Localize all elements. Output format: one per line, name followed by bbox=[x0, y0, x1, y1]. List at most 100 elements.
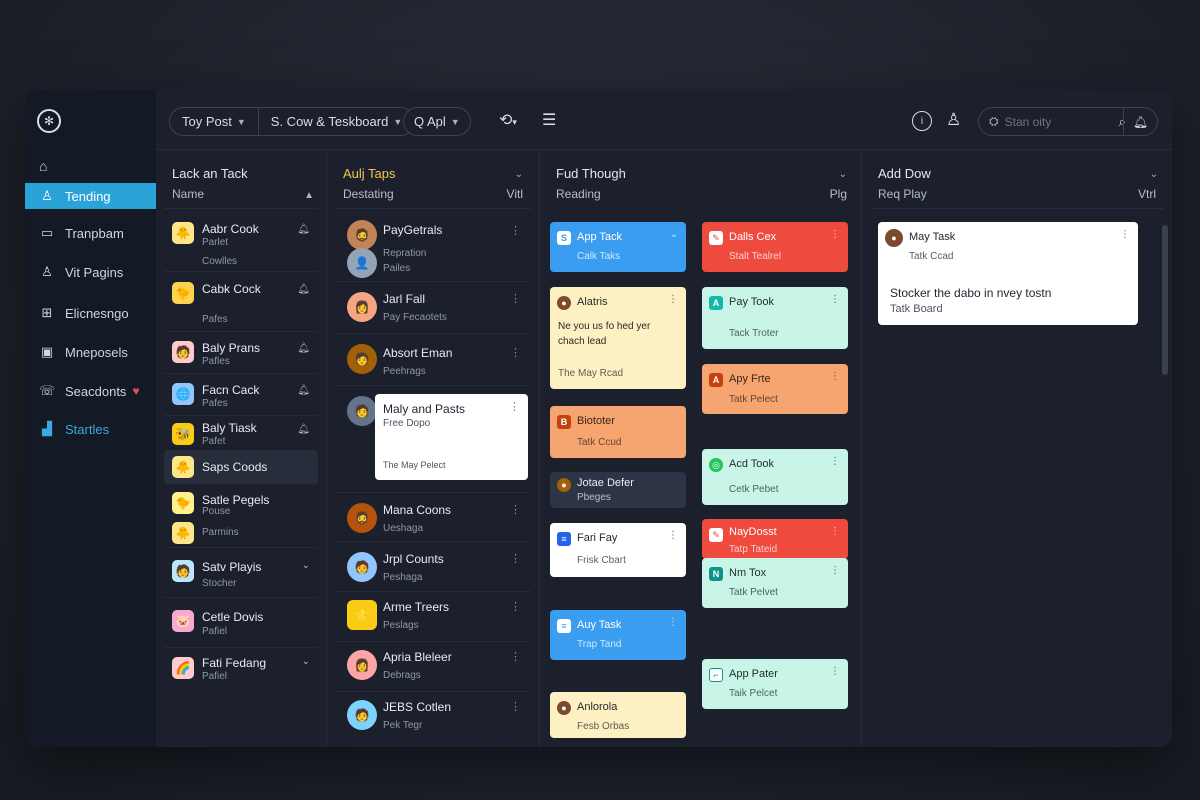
chevron-up-icon[interactable]: ▲ bbox=[304, 190, 314, 201]
info-icon[interactable]: i bbox=[912, 111, 932, 131]
task-card[interactable]: N Nm Tox Tatk Pelvet ⋮ bbox=[702, 558, 848, 608]
chevron-down-icon[interactable]: ⌄ bbox=[839, 169, 847, 180]
list-item-selected[interactable]: 🐥 Saps Coods bbox=[164, 450, 318, 484]
task-card[interactable]: ✎ Dalls Cex Stalt Tealrel ⋮ bbox=[702, 222, 848, 272]
more-icon[interactable]: ⋮ bbox=[668, 294, 678, 305]
chat-icon: ☏ bbox=[39, 383, 56, 398]
more-icon[interactable]: ⋮ bbox=[510, 224, 521, 237]
column-meta: Plg bbox=[829, 187, 847, 201]
more-icon[interactable]: ⋮ bbox=[830, 371, 840, 382]
more-icon[interactable]: ⋮ bbox=[510, 700, 521, 713]
task-preview-card[interactable]: Maly and Pasts Free Dopo The May Pelect … bbox=[375, 394, 528, 480]
more-icon[interactable]: ⋮ bbox=[830, 526, 840, 537]
menu-icon[interactable]: ☰ bbox=[542, 110, 556, 130]
list-item[interactable]: 🐤 Satle Pegels Pouse 🐥 Parmins bbox=[164, 486, 318, 548]
more-icon[interactable]: ⋮ bbox=[510, 600, 521, 613]
task-card[interactable]: ✎ NayDosst Tatp Tateid ⋮ bbox=[702, 519, 848, 559]
sidebar-item-vit-pagins[interactable]: ♙ Vit Pagins bbox=[25, 259, 156, 285]
more-icon[interactable]: ⋮ bbox=[509, 400, 520, 413]
more-icon[interactable]: ⋮ bbox=[830, 294, 840, 305]
task-card[interactable]: A Apy Frte Tatk Pelect ⋮ bbox=[702, 364, 848, 414]
list-item[interactable]: 🧑 Absort Eman Peehrags ⋮ bbox=[335, 334, 531, 386]
card-subtitle: Tatk Ccad bbox=[909, 251, 954, 262]
task-card[interactable]: ≡ Fari Fay Frisk Cbart ⋮ bbox=[550, 523, 686, 577]
list-item[interactable]: 🐤 Cabk Cock Pafes 🔔︎ bbox=[164, 272, 318, 332]
more-icon[interactable]: ⋮ bbox=[510, 552, 521, 565]
more-icon[interactable]: ⋮ bbox=[510, 292, 521, 305]
list-item[interactable]: 🐷 Cetle Dovis Pafiel bbox=[164, 598, 318, 648]
task-card[interactable]: ≡ Auy Task Trap Tand ⋮ bbox=[550, 610, 686, 660]
more-icon[interactable]: ⋮ bbox=[510, 503, 521, 516]
bell-icon[interactable]: 🔔︎ bbox=[297, 343, 310, 354]
list-item[interactable]: 🧑 Jrpl Counts Peshaga ⋮ bbox=[335, 542, 531, 592]
list-item[interactable]: 👩 Jarl Fall Pay Fecaotets ⋮ bbox=[335, 282, 531, 334]
list-item[interactable]: 🌈 Fati Fedang Pafiel ⌄ bbox=[164, 648, 318, 690]
sidebar-item-startles[interactable]: ▟ Startles bbox=[25, 416, 156, 442]
task-card[interactable]: ⌐ App Pater Taik Pelcet ⋮ bbox=[702, 659, 848, 709]
chevron-down-icon[interactable]: ⌄ bbox=[302, 560, 310, 571]
more-icon[interactable]: ⋮ bbox=[830, 456, 840, 467]
item-name: PayGetrals bbox=[383, 223, 443, 237]
list-item-expanded[interactable]: 🧑 Maly and Pasts Free Dopo The May Pelec… bbox=[335, 386, 531, 490]
scrollbar[interactable] bbox=[1162, 225, 1168, 375]
bell-icon[interactable]: 🔔︎ bbox=[297, 224, 310, 235]
app-search-chip[interactable]: Q Apl ▼ bbox=[403, 107, 471, 136]
task-card[interactable]: B Biototer Tatk Ccud bbox=[550, 406, 686, 458]
task-card[interactable]: ● Jotae Defer Pbeges bbox=[550, 472, 686, 508]
list-item[interactable]: 🌐 Facn Cack Pafes 🔔︎ bbox=[164, 374, 318, 416]
more-icon[interactable]: ⋮ bbox=[668, 530, 678, 541]
search-input[interactable] bbox=[1004, 114, 1115, 129]
list-item[interactable]: 🧔 Mana Coons Ueshaga ⋮ bbox=[335, 492, 531, 542]
task-card[interactable]: A Pay Took Tack Troter ⋮ bbox=[702, 287, 848, 349]
more-icon[interactable]: ⋮ bbox=[510, 346, 521, 359]
more-icon[interactable]: ⋮ bbox=[668, 617, 678, 628]
bell-icon[interactable]: 🔔︎ bbox=[1123, 108, 1157, 135]
list-item[interactable]: ⭐ Arme Treers Peslags ⋮ bbox=[335, 592, 531, 642]
filter-icon[interactable]: ⛭ bbox=[989, 114, 999, 129]
more-icon[interactable]: ⋮ bbox=[830, 565, 840, 576]
more-icon[interactable]: ⋮ bbox=[830, 666, 840, 677]
card-title: Auy Task bbox=[577, 619, 622, 631]
list-item[interactable]: 👩 Apria Bleleer Debrags ⋮ bbox=[335, 642, 531, 692]
list-item[interactable]: 🧑 Satv Playis Stocher ⌄ bbox=[164, 548, 318, 598]
task-card[interactable]: ◎ Acd Took Cetk Pebet ⋮ bbox=[702, 449, 848, 505]
task-card[interactable]: ● Anlorola Fesb Orbas bbox=[550, 692, 686, 738]
list-item[interactable]: 🧑 Baly Prans Pafles 🔔︎ bbox=[164, 332, 318, 374]
chevron-down-icon[interactable]: ⌄ bbox=[302, 656, 310, 667]
item-name: Jarl Fall bbox=[383, 292, 426, 306]
card-title: App Tack bbox=[577, 231, 623, 243]
sidebar-item-tranpbam[interactable]: ▭ Tranpbam bbox=[25, 220, 156, 246]
bell-icon[interactable]: 🔔︎ bbox=[297, 424, 310, 435]
item-subtitle: Cowlles bbox=[202, 256, 238, 267]
more-icon[interactable]: ⋮ bbox=[510, 650, 521, 663]
filter-dropdown-post[interactable]: Toy Post ▼ bbox=[170, 108, 258, 135]
user-profile-icon[interactable]: ♙ bbox=[946, 110, 961, 130]
heart-icon: ♥ bbox=[132, 384, 140, 398]
app-icon: B bbox=[557, 415, 571, 429]
filter-dropdown-board[interactable]: S. Cow & Teskboard ▼ bbox=[257, 108, 414, 135]
card-title: NayDosst bbox=[729, 526, 777, 538]
list-item[interactable]: 🐥 Aabr Cook Parlet Cowlles 🔔︎ bbox=[164, 212, 318, 272]
avatar: 🧑 bbox=[172, 560, 194, 582]
task-card[interactable]: ● May Task Tatk Ccad Stocker the dabo in… bbox=[878, 222, 1138, 325]
sidebar-item-mneposels[interactable]: ▣ Mneposels bbox=[25, 339, 156, 365]
list-item[interactable]: 🧔 👤 PayGetrals Repration Pailes ⋮ bbox=[335, 214, 531, 282]
sidebar-item-tending[interactable]: ♙ Tending bbox=[25, 183, 156, 209]
more-icon[interactable]: ⋮ bbox=[1120, 229, 1130, 240]
item-subtitle: Stocher bbox=[202, 578, 237, 589]
task-card[interactable]: S App Tack Calk Taks ⌄ bbox=[550, 222, 686, 272]
more-icon[interactable]: ⋮ bbox=[830, 229, 840, 240]
bell-icon[interactable]: 🔔︎ bbox=[297, 284, 310, 295]
chevron-down-icon[interactable]: ⌄ bbox=[670, 229, 678, 240]
home-icon[interactable]: ⌂ bbox=[39, 158, 47, 174]
list-item[interactable]: 🧑 JEBS Cotlen Pek Tegr ⋮ bbox=[335, 692, 531, 742]
chevron-down-icon[interactable]: ⌄ bbox=[1150, 169, 1158, 180]
task-card[interactable]: ● Alatris Ne you us fo hed yer chach lea… bbox=[550, 287, 686, 389]
sidebar-item-elicnesngo[interactable]: ⊞ Elicnesngo bbox=[25, 300, 156, 326]
app-logo-icon[interactable]: ✻ bbox=[37, 109, 61, 133]
list-item[interactable]: 🐝 Baly Tiask Pafet 🔔︎ bbox=[164, 416, 318, 450]
bell-icon[interactable]: 🔔︎ bbox=[297, 385, 310, 396]
chevron-down-icon[interactable]: ⌄ bbox=[515, 169, 523, 180]
sidebar-item-seacdonts[interactable]: ☏ Seacdonts ♥ bbox=[25, 378, 156, 404]
refresh-search-icon[interactable]: ⟲▾ bbox=[499, 110, 517, 130]
